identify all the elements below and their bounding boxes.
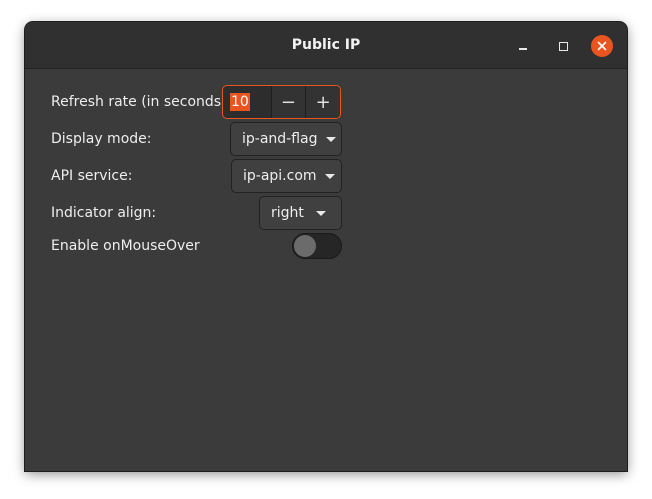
- indicator-align-value: right: [271, 205, 304, 221]
- indicator-align-label: Indicator align:: [51, 205, 157, 221]
- minimize-icon: [519, 48, 527, 50]
- window-title: Public IP: [291, 37, 361, 53]
- refresh-rate-spinbutton[interactable]: 10 − +: [222, 85, 341, 119]
- api-service-label: API service:: [51, 168, 133, 184]
- chevron-down-icon: [315, 210, 326, 216]
- title-bar[interactable]: Public IP: [25, 22, 627, 69]
- indicator-align-dropdown[interactable]: right: [259, 196, 342, 230]
- api-service-value: ip-api.com: [243, 168, 317, 184]
- chevron-down-icon: [324, 173, 335, 179]
- refresh-rate-increment-button[interactable]: +: [305, 86, 340, 118]
- close-icon: [597, 41, 607, 51]
- minimize-button[interactable]: [512, 35, 534, 57]
- preferences-window: Public IP Refresh rate (in seconds) 10 −…: [25, 22, 627, 471]
- api-service-dropdown[interactable]: ip-api.com: [231, 159, 342, 193]
- refresh-rate-value: 10: [230, 93, 250, 111]
- display-mode-dropdown[interactable]: ip-and-flag: [230, 122, 342, 156]
- refresh-rate-label: Refresh rate (in seconds): [51, 94, 227, 110]
- mouseover-toggle[interactable]: [292, 233, 342, 259]
- refresh-rate-entry[interactable]: 10: [223, 86, 271, 118]
- maximize-button[interactable]: [552, 35, 574, 57]
- chevron-down-icon: [325, 136, 336, 142]
- maximize-icon: [558, 41, 568, 51]
- display-mode-value: ip-and-flag: [242, 131, 318, 147]
- display-mode-label: Display mode:: [51, 131, 152, 147]
- mouseover-label: Enable onMouseOver: [51, 238, 200, 254]
- toggle-knob: [294, 235, 316, 257]
- refresh-rate-decrement-button[interactable]: −: [270, 86, 306, 118]
- close-button[interactable]: [591, 35, 613, 57]
